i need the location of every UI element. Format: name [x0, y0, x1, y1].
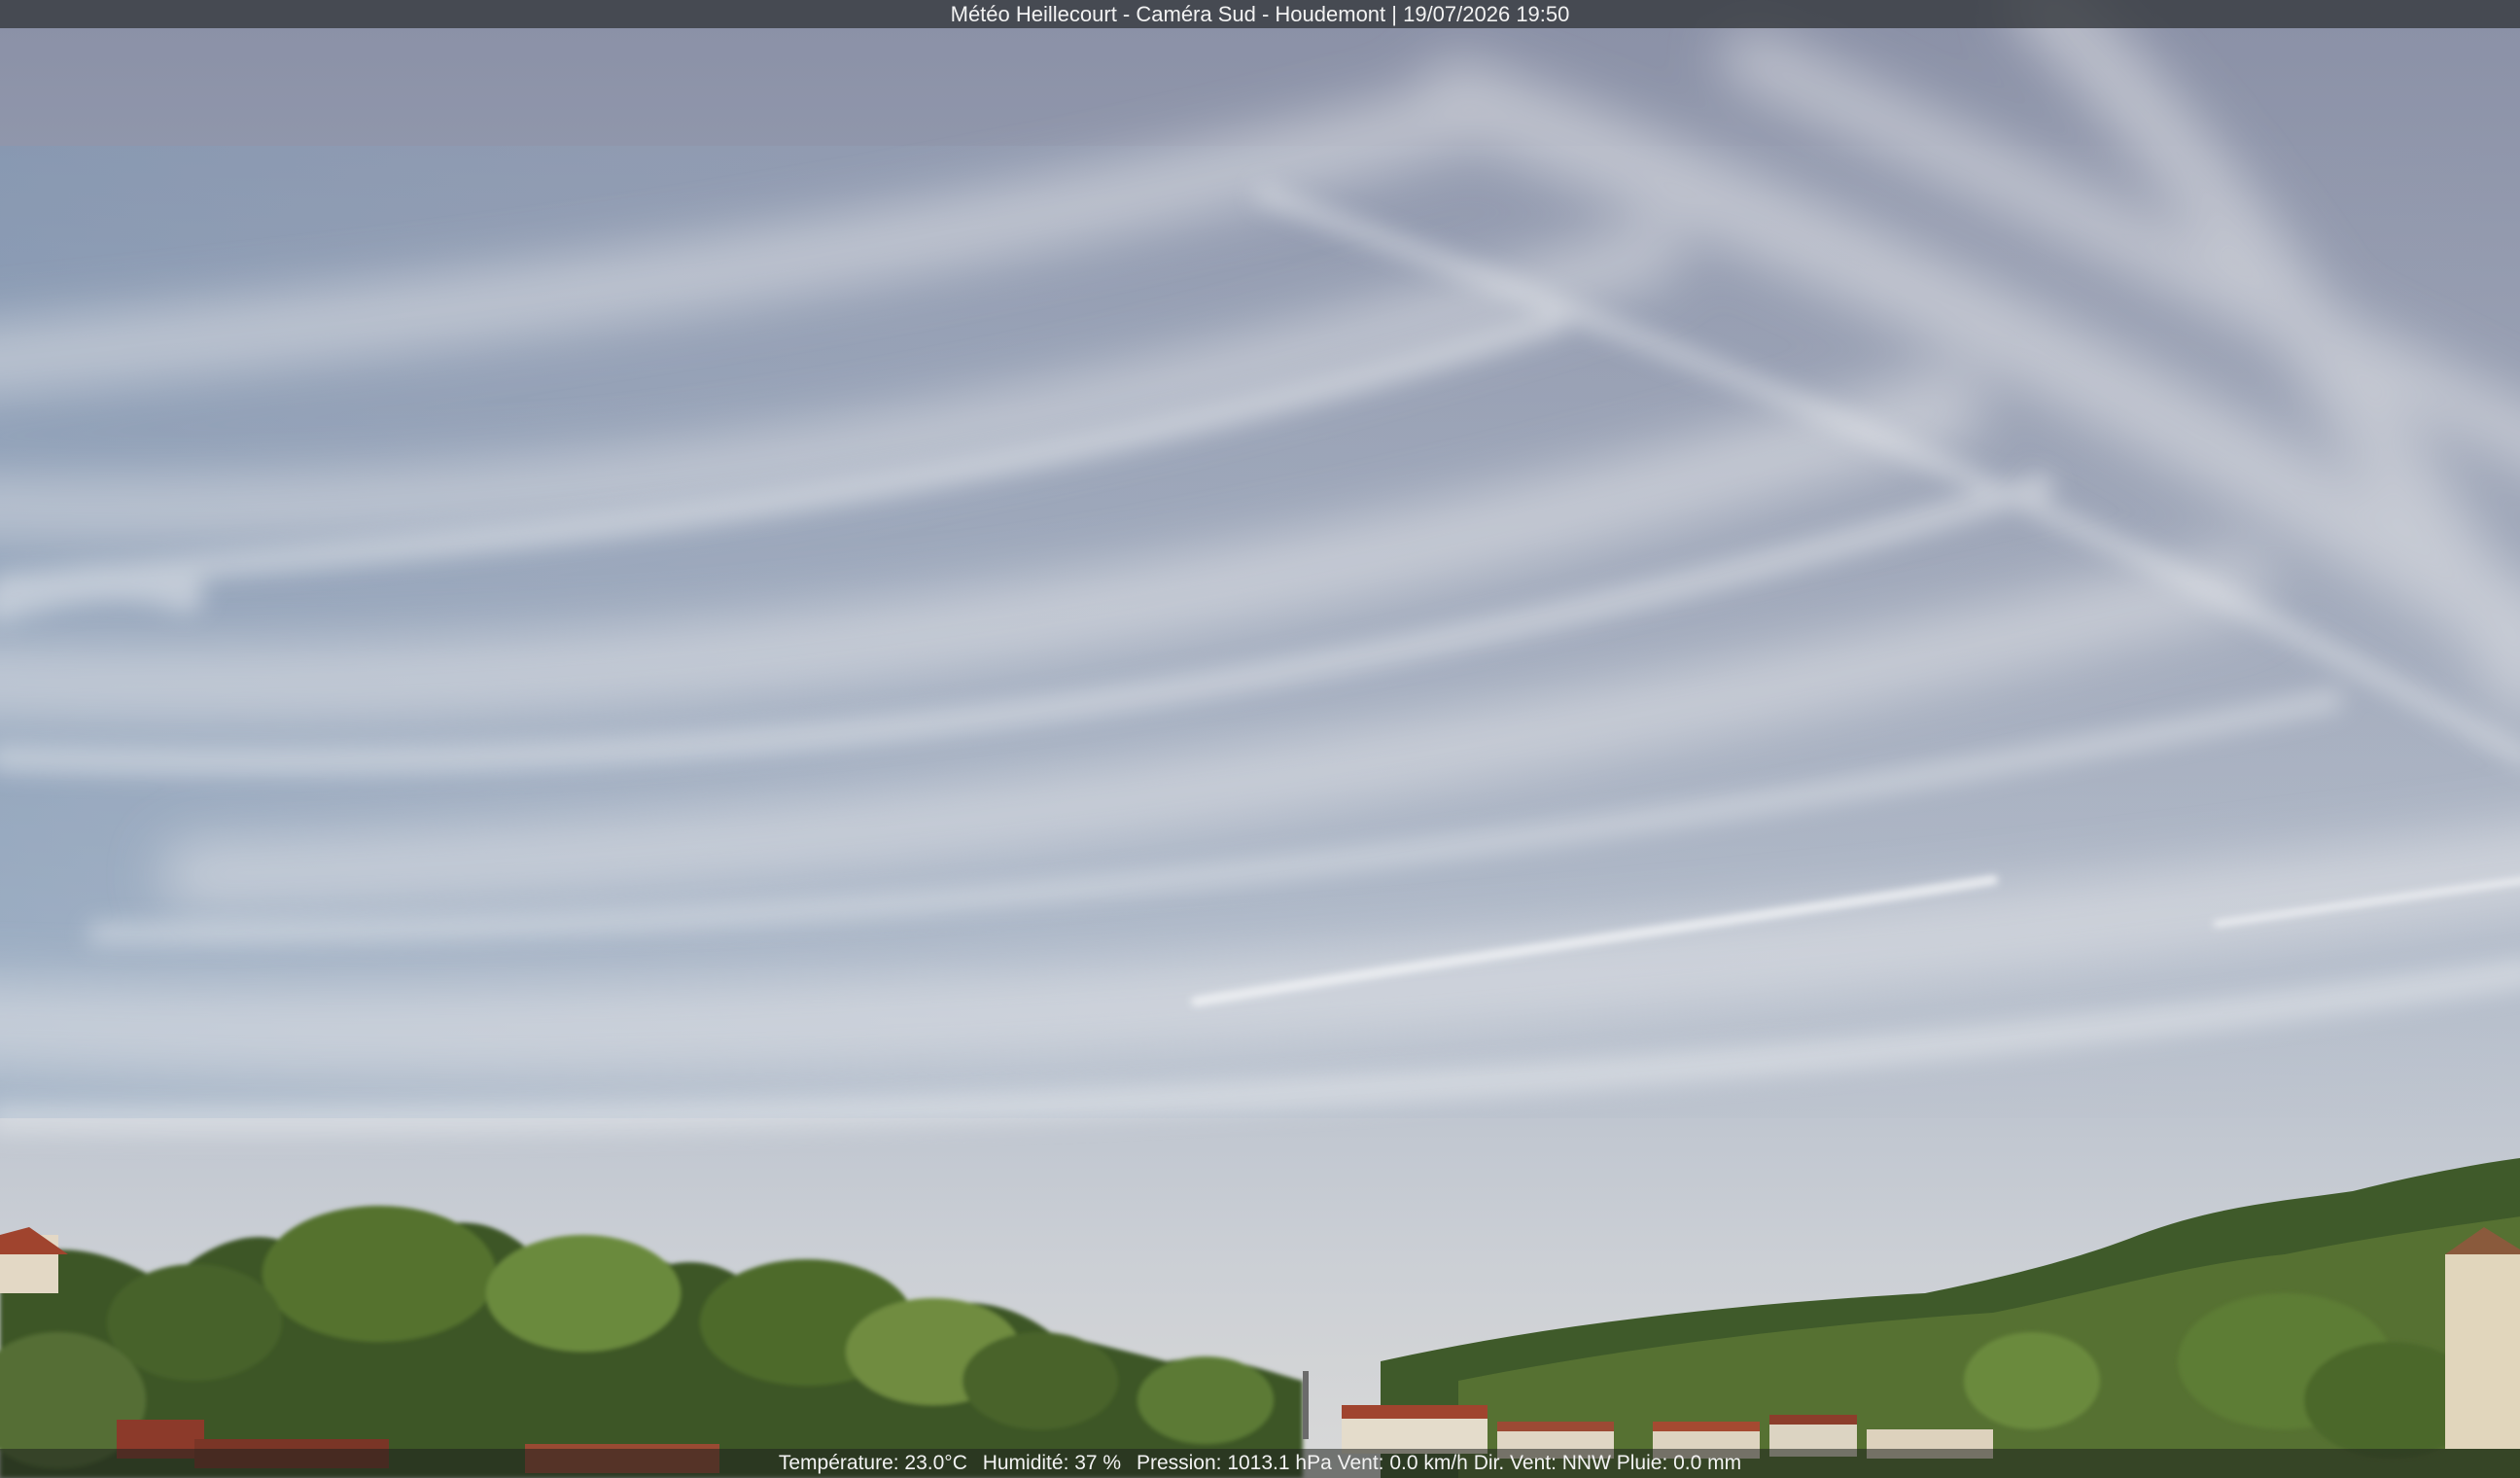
webcam-frame: Météo Heillecourt - Caméra Sud - Houdemo…	[0, 0, 2520, 1478]
wind-speed-readout: Vent: 0.0 km/h	[1337, 1452, 1468, 1474]
rain-readout: Pluie: 0.0 mm	[1616, 1452, 1742, 1474]
humidity-readout: Humidité: 37 %	[982, 1452, 1122, 1474]
webcam-scene	[0, 0, 2520, 1478]
temperature-readout: Température: 23.0°C	[778, 1452, 967, 1474]
pressure-readout: Pression: 1013.1 hPa	[1136, 1452, 1332, 1474]
camera-caption-bar: Météo Heillecourt - Caméra Sud - Houdemo…	[0, 0, 2520, 28]
camera-caption: Météo Heillecourt - Caméra Sud - Houdemo…	[950, 2, 1570, 26]
weather-readout-bar: Température: 23.0°C Humidité: 37 % Press…	[0, 1449, 2520, 1478]
wind-direction-readout: Dir. Vent: NNW	[1473, 1452, 1611, 1474]
